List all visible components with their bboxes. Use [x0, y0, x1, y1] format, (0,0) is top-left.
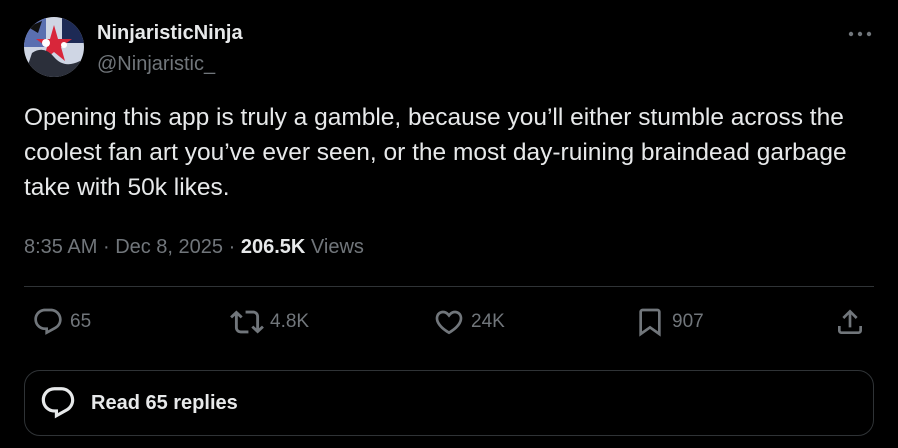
reply-count: 65	[70, 311, 92, 332]
reply-icon	[34, 308, 62, 335]
reply-button[interactable]: 65	[32, 304, 91, 340]
author-display-name[interactable]: NinjaristicNinja	[97, 20, 243, 46]
divider	[24, 286, 874, 287]
like-button[interactable]: 24K	[433, 304, 505, 340]
more-options-button[interactable]	[846, 24, 874, 44]
share-icon	[838, 309, 862, 334]
repost-count: 4.8K	[270, 311, 310, 332]
heart-icon	[435, 310, 463, 335]
avatar[interactable]	[24, 17, 84, 77]
conversation-icon	[41, 387, 75, 419]
meta-separator: ·	[102, 236, 110, 258]
tweet-date[interactable]: Dec 8, 2025	[115, 236, 223, 258]
views-count[interactable]: 206.5K	[241, 236, 306, 258]
author-handle[interactable]: @Ninjaristic_	[97, 51, 215, 77]
share-button[interactable]	[834, 304, 866, 340]
avatar-image	[24, 17, 84, 77]
read-replies-button[interactable]: Read 65 replies	[24, 370, 874, 436]
like-count: 24K	[471, 311, 505, 332]
views-label: Views	[310, 236, 364, 258]
bookmark-button[interactable]: 907	[634, 304, 704, 340]
bookmark-icon	[639, 308, 661, 337]
more-horizontal-icon	[848, 31, 872, 37]
bookmark-count: 907	[672, 311, 704, 332]
tweet-text: Opening this app is truly a gamble, beca…	[24, 104, 847, 201]
read-replies-label: Read 65 replies	[91, 391, 238, 414]
repost-icon	[230, 310, 264, 334]
meta-separator: ·	[228, 236, 236, 258]
tweet-meta: 8:35 AM · Dec 8, 2025 · 206.5K Views	[24, 232, 364, 262]
repost-button[interactable]: 4.8K	[230, 304, 309, 340]
tweet-time[interactable]: 8:35 AM	[24, 236, 97, 258]
